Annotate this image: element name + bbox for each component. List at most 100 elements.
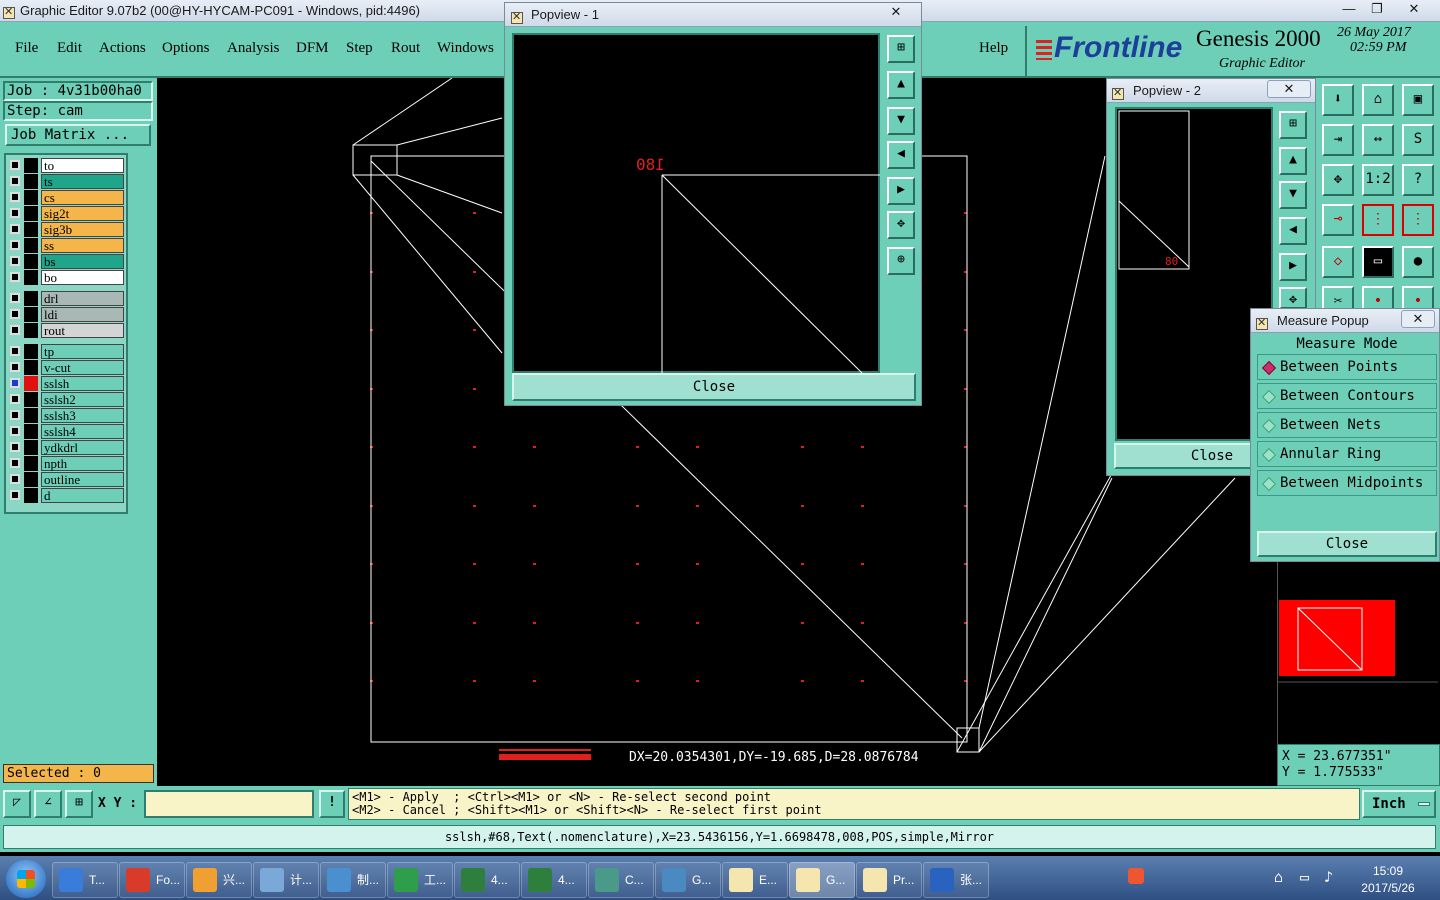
layer-affected-indicator[interactable]: [24, 238, 38, 253]
layer-row-d[interactable]: d: [8, 488, 124, 503]
taskbar-item[interactable]: Pr...: [856, 862, 922, 898]
layer-row-ts[interactable]: ts: [8, 174, 124, 189]
menu-dfm[interactable]: DFM: [296, 40, 329, 57]
taskbar-item[interactable]: G...: [789, 862, 855, 898]
layer-checkbox[interactable]: [10, 410, 20, 420]
layer-row-sslsh[interactable]: sslsh: [8, 376, 124, 391]
zoom-home-icon[interactable]: ⬇: [1322, 84, 1354, 116]
layer-affected-indicator[interactable]: [24, 424, 38, 439]
measure-popup-titlebar[interactable]: Measure Popup ✕: [1251, 309, 1439, 333]
layer-checkbox[interactable]: [10, 240, 20, 250]
ruler-icon[interactable]: ▭: [1362, 246, 1394, 278]
menu-analysis[interactable]: Analysis: [227, 40, 280, 57]
pv2-up-icon[interactable]: ▲: [1279, 147, 1307, 175]
layer-row-sslsh2[interactable]: sslsh2: [8, 392, 124, 407]
layer-row-to[interactable]: to: [8, 158, 124, 173]
menu-file[interactable]: File: [15, 40, 38, 57]
layer-checkbox[interactable]: [10, 426, 20, 436]
layer-affected-indicator[interactable]: [24, 488, 38, 503]
home-icon[interactable]: ⌂: [1362, 84, 1394, 116]
layer-row-bs[interactable]: bs: [8, 254, 124, 269]
layer-checkbox[interactable]: [10, 458, 20, 468]
layer-affected-indicator[interactable]: [24, 174, 38, 189]
layer-affected-indicator[interactable]: [24, 158, 38, 173]
layer-checkbox[interactable]: [10, 346, 20, 356]
pv2-left-icon[interactable]: ◀: [1279, 217, 1307, 245]
net-icon[interactable]: ⋮: [1362, 204, 1394, 236]
layer-affected-indicator[interactable]: [24, 456, 38, 471]
layer-affected-indicator[interactable]: [24, 190, 38, 205]
taskbar-item[interactable]: 制...: [320, 862, 386, 898]
layer-checkbox[interactable]: [10, 160, 20, 170]
option-between-contours[interactable]: Between Contours: [1257, 383, 1437, 409]
pv1-left-icon[interactable]: ◀: [887, 141, 915, 169]
scale-icon[interactable]: 1:2: [1362, 164, 1394, 196]
taskbar-item[interactable]: C...: [588, 862, 654, 898]
layer-checkbox[interactable]: [10, 192, 20, 202]
probe-icon[interactable]: •: [1362, 286, 1394, 310]
menu-rout[interactable]: Rout: [391, 40, 420, 57]
tray-sogou-icon[interactable]: [1128, 868, 1144, 884]
probe-alt-icon[interactable]: •: [1402, 286, 1434, 310]
tray-monitor-icon[interactable]: ▭: [1300, 868, 1309, 886]
pv1-zoom-icon[interactable]: ⊞: [887, 35, 915, 63]
layer-checkbox[interactable]: [10, 272, 20, 282]
menu-options[interactable]: Options: [162, 40, 210, 57]
job-matrix-button[interactable]: Job Matrix ...: [5, 124, 151, 146]
layer-affected-indicator[interactable]: [24, 270, 38, 285]
pv1-fit-icon[interactable]: ✥: [887, 211, 915, 239]
layer-checkbox[interactable]: [10, 208, 20, 218]
layer-affected-indicator[interactable]: [24, 222, 38, 237]
layer-checkbox[interactable]: [10, 442, 20, 452]
layer-affected-indicator[interactable]: [24, 344, 38, 359]
option-annular-ring[interactable]: Annular Ring: [1257, 441, 1437, 467]
menu-edit[interactable]: Edit: [57, 40, 82, 57]
tray-volume-icon[interactable]: ♪: [1324, 868, 1333, 886]
layer-affected-indicator[interactable]: [24, 254, 38, 269]
menu-actions[interactable]: Actions: [99, 40, 146, 57]
layer-row-ydkdrl[interactable]: ydkdrl: [8, 440, 124, 455]
layer-row-sig2t[interactable]: sig2t: [8, 206, 124, 221]
tray-network-icon[interactable]: ⌂: [1274, 868, 1283, 886]
help-icon[interactable]: ?: [1402, 164, 1434, 196]
net-alt-icon[interactable]: ⋮: [1402, 204, 1434, 236]
layer-row-v-cut[interactable]: v-cut: [8, 360, 124, 375]
minimize-button[interactable]: —: [1336, 1, 1362, 19]
layer-row-sig3b[interactable]: sig3b: [8, 222, 124, 237]
layer-checkbox[interactable]: [10, 325, 20, 335]
layer-affected-indicator[interactable]: [24, 376, 38, 391]
taskbar-item[interactable]: G...: [655, 862, 721, 898]
popview-1-canvas[interactable]: 180: [512, 33, 880, 373]
pv2-right-icon[interactable]: ▶: [1279, 253, 1307, 281]
layer-checkbox[interactable]: [10, 293, 20, 303]
pad-icon[interactable]: ●: [1402, 246, 1434, 278]
warning-icon[interactable]: !: [319, 790, 345, 818]
taskbar-item[interactable]: T...: [52, 862, 118, 898]
pv1-center-icon[interactable]: ⊕: [887, 247, 915, 275]
flip-icon[interactable]: ↔: [1362, 124, 1394, 156]
snap-icon[interactable]: ⇥: [1322, 124, 1354, 156]
cut-icon[interactable]: ✂: [1322, 286, 1354, 310]
layer-checkbox[interactable]: [10, 309, 20, 319]
layer-row-ss[interactable]: ss: [8, 238, 124, 253]
layer-affected-indicator[interactable]: [24, 472, 38, 487]
taskbar-item[interactable]: 计...: [253, 862, 319, 898]
layer-row-npth[interactable]: npth: [8, 456, 124, 471]
units-menu[interactable]: Inch: [1362, 790, 1436, 818]
layer-checkbox[interactable]: [10, 362, 20, 372]
layer-affected-indicator[interactable]: [24, 291, 38, 306]
taskbar-item[interactable]: 4...: [521, 862, 587, 898]
tool-angle-icon[interactable]: ∠: [34, 790, 62, 818]
start-button[interactable]: [6, 860, 46, 898]
pv1-right-icon[interactable]: ▶: [887, 177, 915, 205]
popview-2-titlebar[interactable]: Popview - 2 ✕: [1107, 79, 1315, 103]
split-view-icon[interactable]: ▣: [1402, 84, 1434, 116]
pv2-down-icon[interactable]: ▼: [1279, 181, 1307, 209]
fit-icon[interactable]: ✥: [1322, 164, 1354, 196]
pv2-zoom-icon[interactable]: ⊞: [1279, 111, 1307, 139]
option-between-midpoints[interactable]: Between Midpoints: [1257, 470, 1437, 496]
taskbar-item[interactable]: 张...: [923, 862, 989, 898]
popview-1-titlebar[interactable]: Popview - 1 ✕: [505, 3, 921, 27]
overview-panel[interactable]: [1277, 560, 1440, 744]
route-icon[interactable]: S: [1402, 124, 1434, 156]
